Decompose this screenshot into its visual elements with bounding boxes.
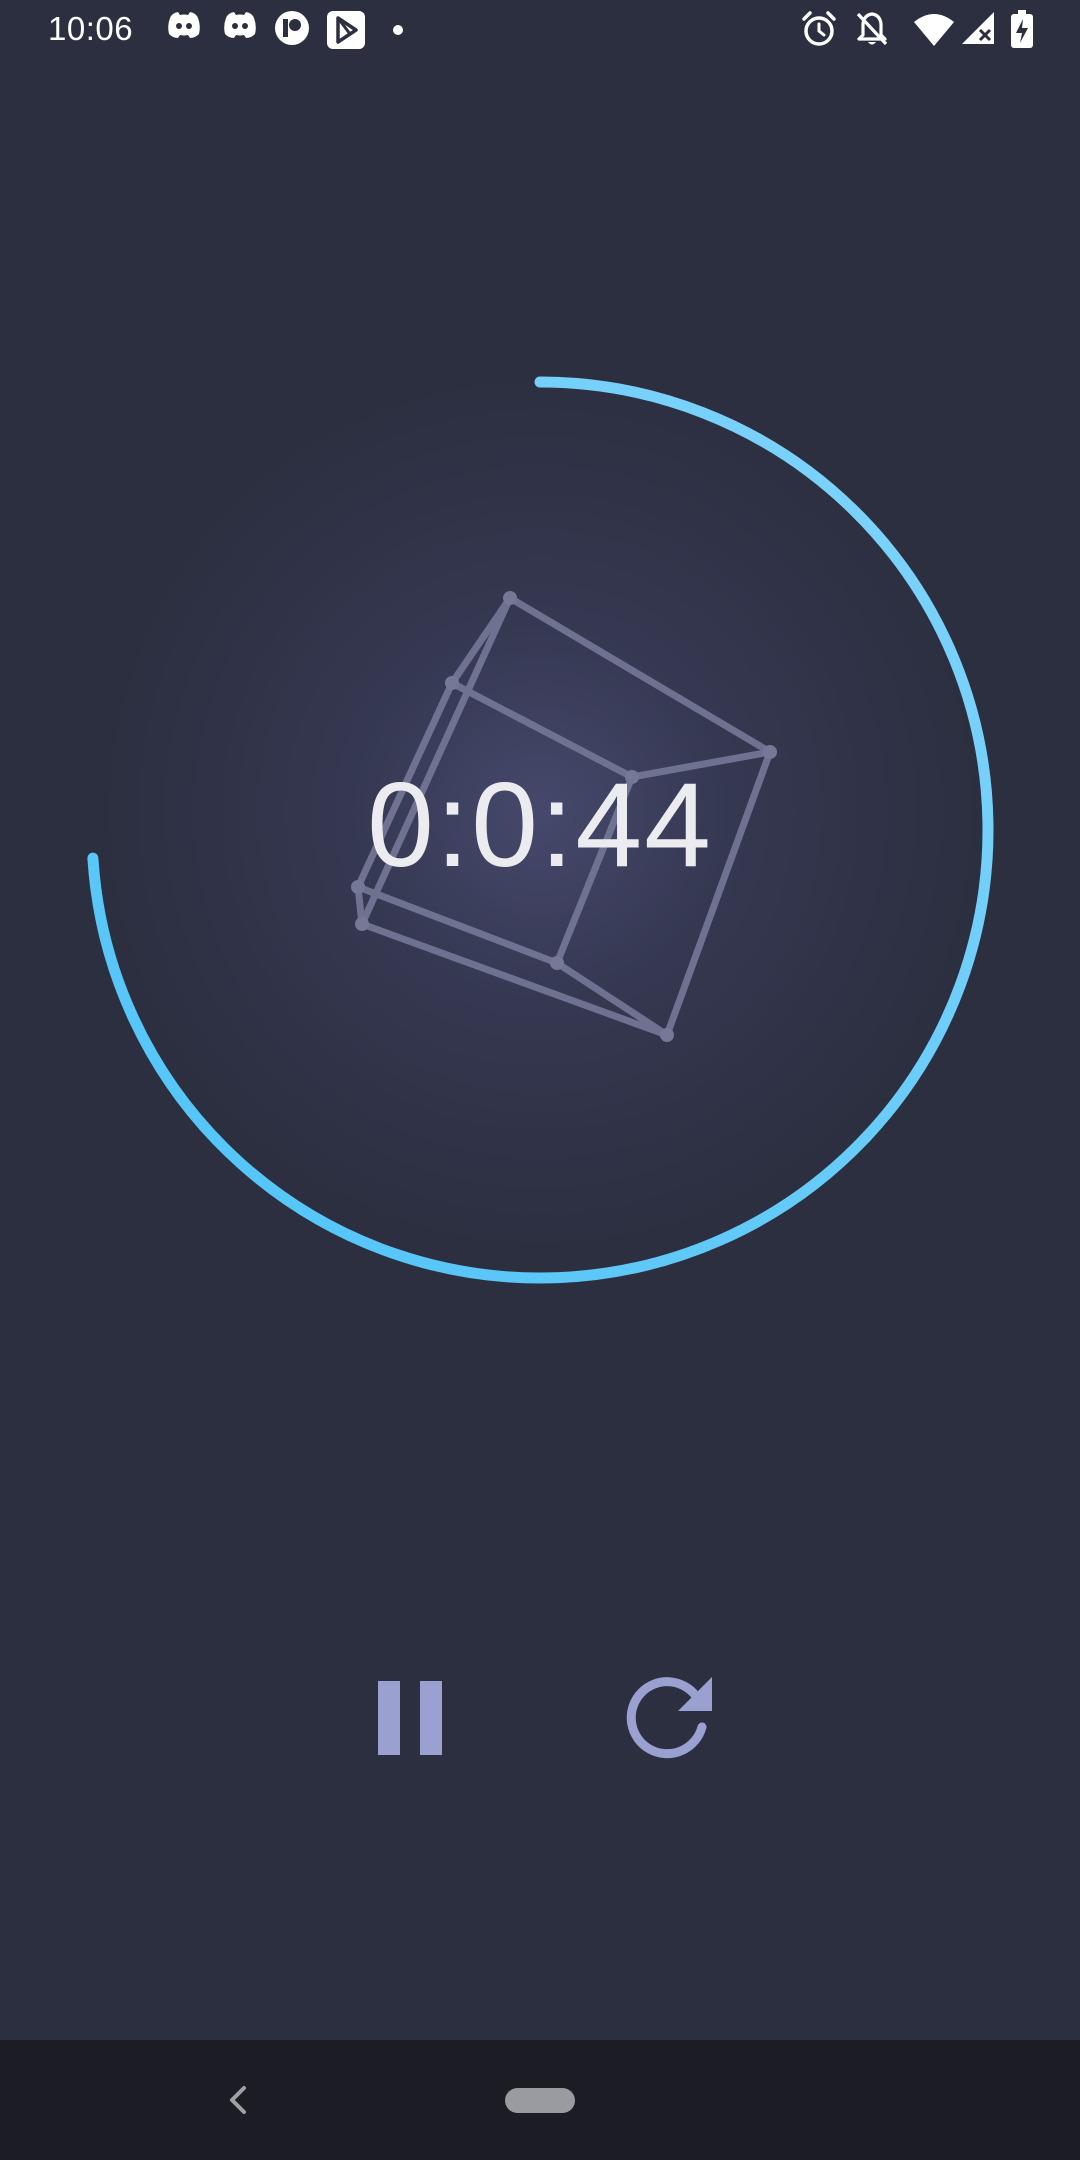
timer-area: 0:0:44 [0, 0, 1080, 1400]
navigation-bar [0, 2040, 1080, 2160]
pause-button[interactable] [365, 1665, 455, 1765]
timer-screen: 10:06 0:0:44 [0, 0, 1080, 2160]
wireframe-cube [351, 591, 777, 1042]
home-pill[interactable] [505, 2088, 575, 2113]
chevron-left-icon [230, 2086, 246, 2114]
back-button[interactable] [218, 2078, 258, 2122]
restart-button[interactable] [618, 1665, 718, 1765]
pause-icon [378, 1681, 442, 1755]
restart-icon [626, 1677, 712, 1759]
timer-display: 0:0:44 [367, 758, 713, 892]
